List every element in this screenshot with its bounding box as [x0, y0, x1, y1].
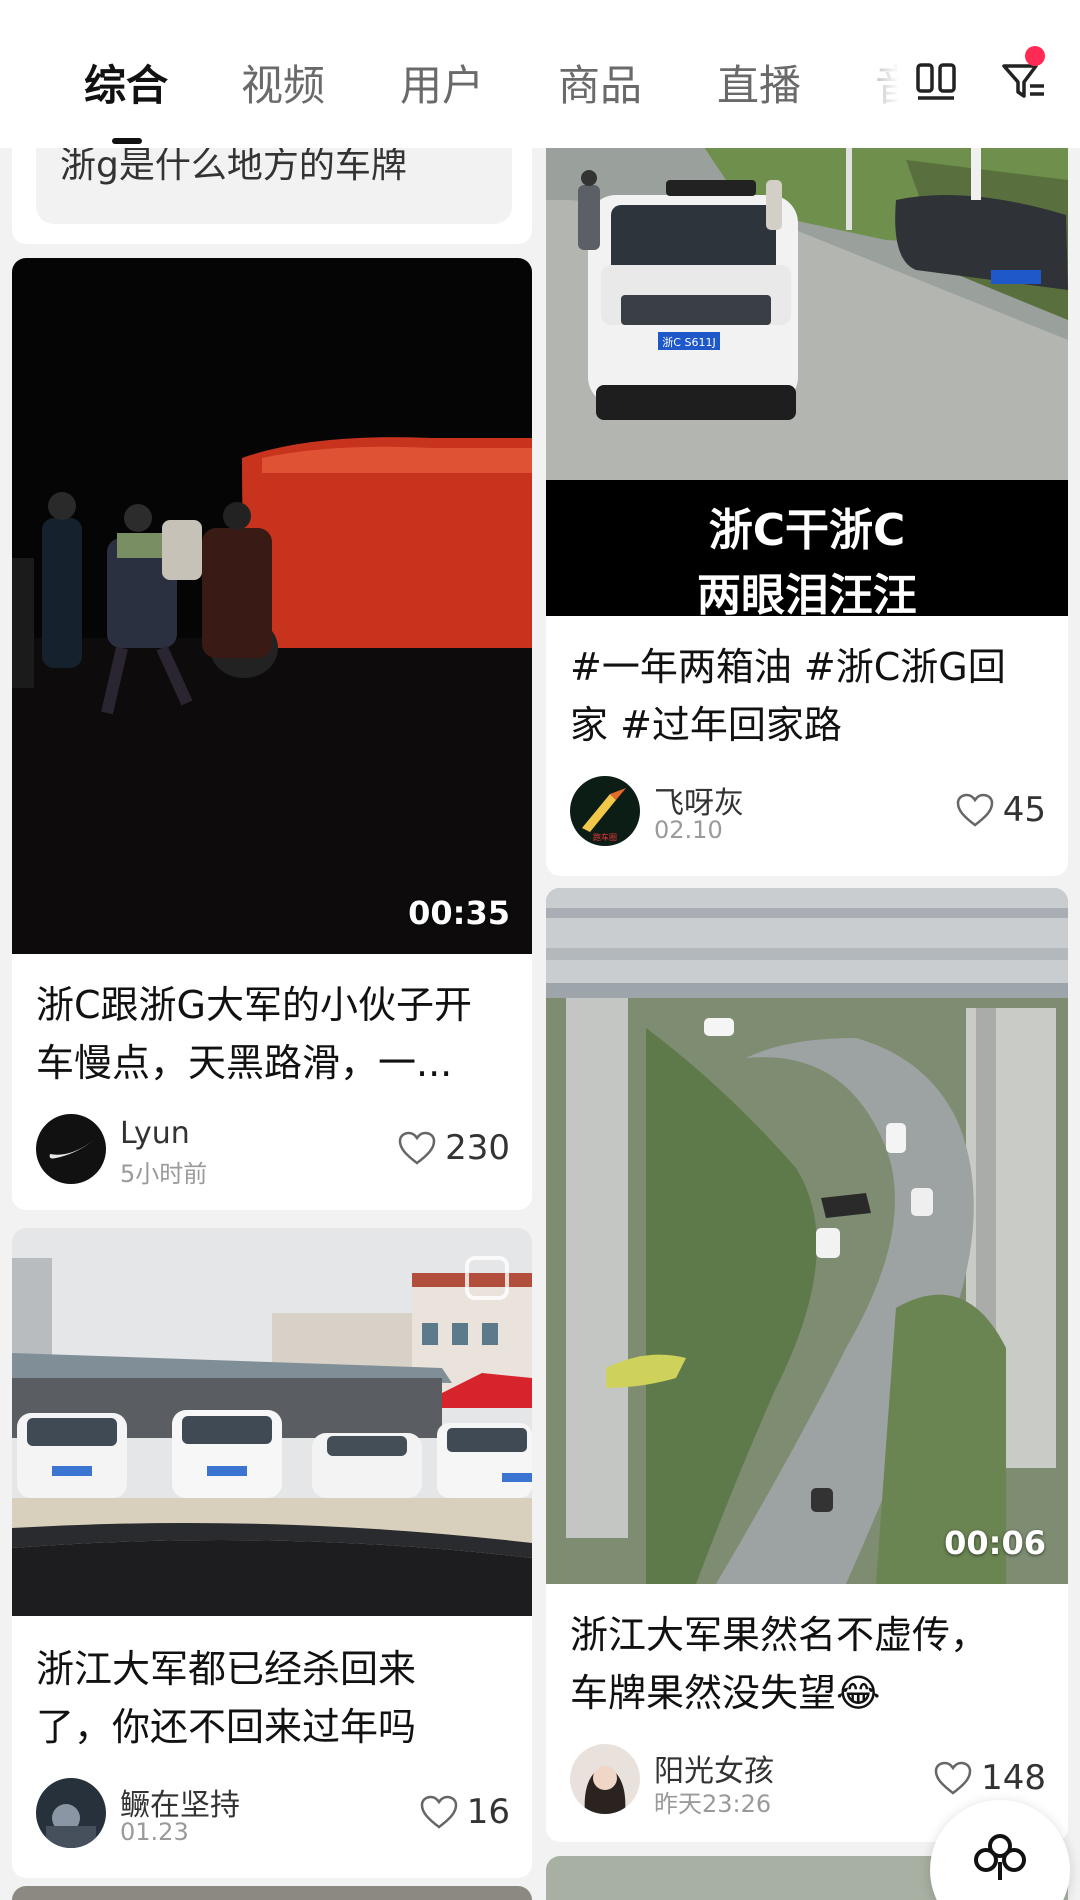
avatar[interactable] — [36, 1778, 106, 1848]
card-title-line: 浙江大军果然名不虚传， — [570, 1613, 989, 1657]
tab-video[interactable]: 视频 — [241, 52, 325, 113]
like-count-value: 148 — [981, 1758, 1046, 1798]
tab-fade-overlay — [850, 40, 920, 120]
tab-live[interactable]: 直播 — [717, 52, 801, 113]
tab-products[interactable]: 商品 — [558, 52, 642, 113]
post-time: 02.10 — [654, 816, 723, 844]
video-duration: 00:06 — [944, 1524, 1046, 1562]
like-count[interactable]: 45 — [955, 790, 1046, 830]
post-time: 昨天23:26 — [654, 1790, 772, 1818]
next-card-peek[interactable] — [12, 1886, 532, 1900]
svg-text:两眼泪汪汪: 两眼泪汪汪 — [697, 570, 917, 616]
notification-dot — [1025, 46, 1045, 66]
svg-text:浙C S611J: 浙C S611J — [662, 336, 715, 349]
next-card-thumbnail — [12, 1886, 532, 1900]
avatar[interactable] — [570, 1744, 640, 1814]
like-count-value: 45 — [1002, 790, 1046, 830]
video-card-left-1[interactable]: 00:35 浙C跟浙G大军的小伙子开 车慢点，天黑路滑，一... Lyun 5小… — [12, 258, 532, 1210]
post-card-left-2[interactable]: 浙江大军都已经杀回来 了，你还不回来过年吗 鳜在坚持 01.23 16 — [12, 1228, 532, 1878]
heart-icon[interactable] — [419, 1794, 459, 1830]
post-time: 01.23 — [120, 1818, 189, 1846]
like-count[interactable]: 148 — [933, 1758, 1046, 1798]
card-title-line: 浙江大军都已经杀回来 — [36, 1647, 417, 1691]
card-title: 浙江大军果然名不虚传， 车牌果然没失望😂 — [570, 1606, 1044, 1722]
card-title: 浙江大军都已经杀回来 了，你还不回来过年吗 — [36, 1640, 508, 1756]
like-count-value: 230 — [445, 1128, 510, 1168]
heart-icon[interactable] — [933, 1760, 973, 1796]
heart-icon[interactable] — [955, 792, 995, 828]
svg-text:跑车圈: 跑车圈 — [593, 832, 617, 842]
author-row[interactable]: 鳜在坚持 01.23 16 — [36, 1778, 510, 1850]
post-thumbnail: 浙C S611J 浙C干浙C 两眼泪汪汪 — [546, 120, 1068, 616]
card-title-line: 家 #过年回家路 — [570, 703, 842, 747]
author-row[interactable]: 跑车圈 飞呀灰 02.10 45 — [570, 776, 1046, 848]
svg-text:浙C干浙C: 浙C干浙C — [709, 505, 906, 556]
like-count[interactable]: 16 — [419, 1792, 510, 1832]
heart-icon[interactable] — [397, 1130, 437, 1166]
card-title-line: 车慢点，天黑路滑，一... — [36, 1041, 453, 1085]
card-title-line: 车牌果然没失望😂 — [570, 1671, 881, 1715]
like-count[interactable]: 230 — [397, 1128, 510, 1168]
video-duration: 00:35 — [408, 894, 510, 932]
avatar[interactable]: 跑车圈 — [570, 776, 640, 846]
author-row[interactable]: Lyun 5小时前 230 — [36, 1114, 510, 1188]
post-card-right-1[interactable]: 浙C S611J 浙C干浙C 两眼泪汪汪 #一年两箱油 #浙C浙G回 家 #过年… — [546, 120, 1068, 876]
card-title: #一年两箱油 #浙C浙G回 家 #过年回家路 — [570, 638, 1044, 754]
avatar[interactable] — [36, 1114, 106, 1184]
card-title: 浙C跟浙G大军的小伙子开 车慢点，天黑路滑，一... — [36, 976, 508, 1092]
search-results-page: 综合 视频 用户 商品 直播 音 浙g是什么地方的车牌 — [0, 0, 1080, 1900]
video-thumbnail: 00:06 — [546, 888, 1068, 1584]
active-tab-indicator — [112, 138, 142, 144]
like-count-value: 16 — [466, 1792, 510, 1832]
tab-bar: 综合 视频 用户 商品 直播 音 — [0, 0, 1080, 148]
video-thumbnail: 00:35 — [12, 258, 532, 954]
author-name[interactable]: Lyun — [120, 1116, 190, 1151]
video-card-right-2[interactable]: 00:06 浙江大军果然名不虚传， 车牌果然没失望😂 阳光女孩 昨天23:26 … — [546, 888, 1068, 1842]
post-thumbnail — [12, 1228, 532, 1616]
tab-all[interactable]: 综合 — [84, 52, 168, 113]
card-title-line: 浙C跟浙G大军的小伙子开 — [36, 983, 472, 1027]
grid-view-icon[interactable] — [915, 62, 957, 102]
post-time: 5小时前 — [120, 1160, 208, 1188]
card-title-line: #一年两箱油 #浙C浙G回 — [570, 645, 1006, 689]
card-title-line: 了，你还不回来过年吗 — [36, 1705, 417, 1749]
clover-icon — [974, 1834, 1026, 1880]
tab-users[interactable]: 用户 — [400, 52, 484, 113]
